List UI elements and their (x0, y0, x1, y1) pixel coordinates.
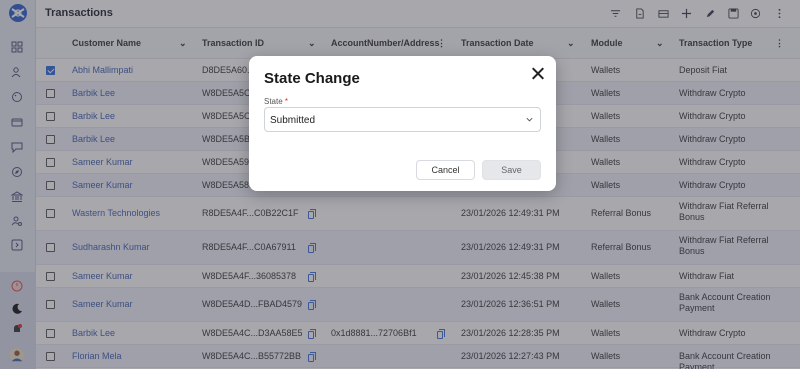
save-button[interactable]: Save (482, 160, 541, 180)
state-field-label: State * (264, 97, 289, 106)
close-icon[interactable] (531, 66, 545, 80)
state-change-dialog: State Change State * Submitted Cancel Sa… (249, 56, 556, 191)
state-select-value: Submitted (270, 115, 316, 126)
dialog-title: State Change (264, 70, 360, 87)
cancel-button[interactable]: Cancel (416, 160, 475, 180)
chevron-down-icon (526, 117, 533, 122)
required-marker: * (284, 97, 289, 106)
state-select[interactable]: Submitted (264, 107, 541, 132)
